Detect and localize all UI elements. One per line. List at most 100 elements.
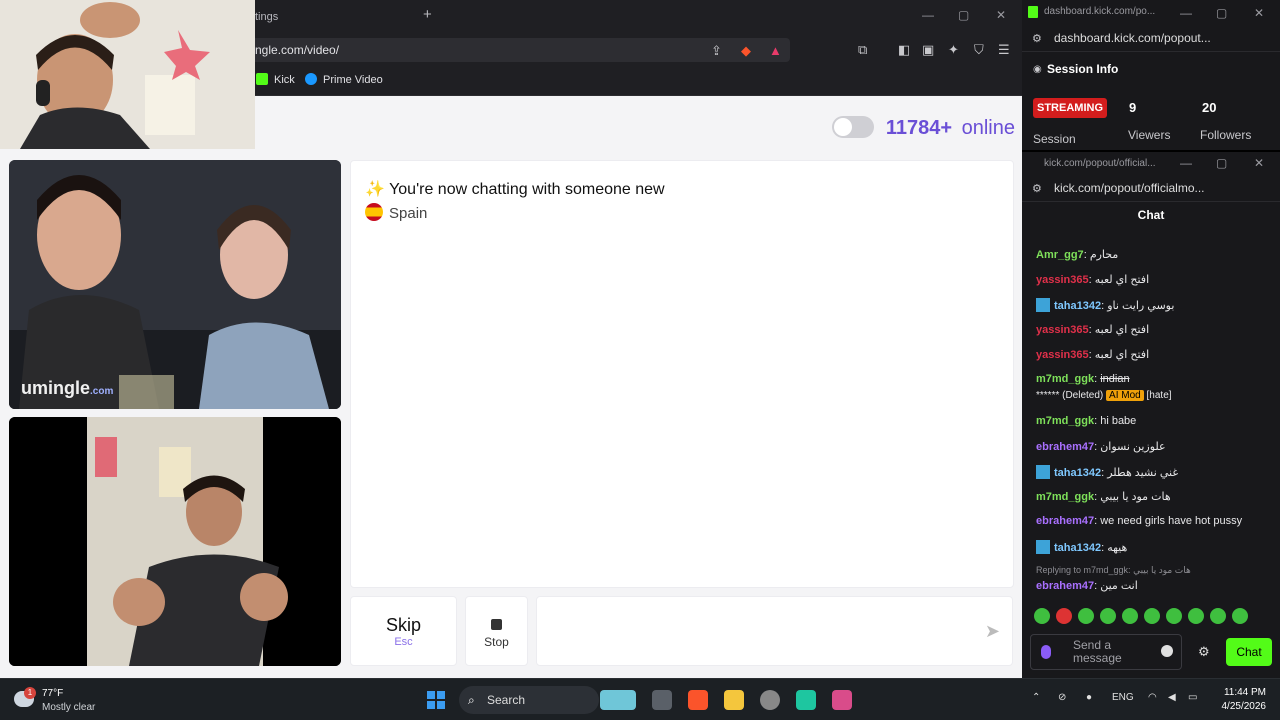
new-chat-notice: ✨ You're now chatting with someone new — [365, 181, 665, 198]
site-settings-icon[interactable]: ⚙ — [1032, 32, 1042, 45]
emote-icon[interactable] — [1078, 608, 1094, 624]
chat-message: ebrahem47: انت مين — [1036, 580, 1138, 592]
deleted-message-notice: ****** (Deleted) AI Mod [hate] — [1036, 390, 1172, 401]
menu-icon[interactable]: ☰ — [998, 42, 1010, 58]
tray-app-icon[interactable]: ⊘ — [1058, 692, 1066, 703]
webcam-feed — [0, 0, 255, 149]
session-info-window: dashboard.kick.com/po... — ▢ ✕ ⚙ dashboa… — [1022, 0, 1280, 150]
new-tab-button[interactable]: + — [423, 6, 432, 23]
emote-icon[interactable] — [1056, 608, 1072, 624]
spain-flag-icon — [365, 203, 383, 221]
site-settings-icon[interactable]: ⚙ — [1032, 182, 1042, 195]
mode-toggle[interactable] — [832, 116, 875, 138]
clock-time: 11:44 PM — [1223, 687, 1266, 698]
subscriber-badge-icon — [1036, 540, 1050, 554]
vpn-icon[interactable]: ⛉ — [974, 42, 984, 58]
maximize-icon[interactable]: ▢ — [1216, 6, 1227, 20]
streamlabs-icon[interactable] — [796, 690, 816, 710]
language-indicator[interactable]: ENG — [1112, 692, 1134, 703]
browser-tab[interactable]: tings — [255, 4, 415, 30]
minimize-icon[interactable]: — — [1180, 6, 1192, 20]
chat-send-input[interactable]: Send a message — [1030, 634, 1182, 670]
chat-message: m7md_ggk: hi babe — [1036, 415, 1137, 427]
send-icon[interactable]: ➤ — [985, 621, 1000, 642]
emote-icon[interactable] — [1034, 608, 1050, 624]
brave-browser-icon[interactable] — [688, 690, 708, 710]
session-label: Session — [1033, 132, 1076, 146]
search-icon: ⌕ — [468, 693, 475, 707]
screenshot-icon[interactable]: ⧉ — [858, 42, 867, 58]
brave-shield-icon[interactable]: ◆ — [741, 43, 751, 59]
temperature: 77°F — [42, 688, 64, 699]
close-icon[interactable]: ✕ — [996, 8, 1006, 22]
viewers-label: Viewers — [1128, 128, 1171, 142]
emote-icon[interactable] — [1232, 608, 1248, 624]
copilot-highlight-icon[interactable] — [600, 690, 636, 710]
microphone-icon[interactable]: ● — [1086, 692, 1092, 703]
close-icon[interactable]: ✕ — [1254, 156, 1264, 170]
taskbar-search[interactable]: ⌕ Search — [459, 686, 599, 714]
media-app-icon[interactable] — [832, 690, 852, 710]
obs-icon[interactable] — [760, 690, 780, 710]
wifi-icon[interactable]: ◠ — [1148, 692, 1157, 703]
reply-reference: Replying to m7md_ggk: هات مود يا بيبي — [1036, 565, 1191, 575]
kick-logo-icon — [1028, 6, 1038, 18]
share-icon[interactable]: ⇪ — [711, 43, 722, 59]
task-view-icon[interactable] — [652, 690, 672, 710]
minimize-icon[interactable]: — — [922, 8, 934, 22]
session-url-bar[interactable]: ⚙ dashboard.kick.com/popout... — [1022, 26, 1280, 52]
self-video-feed — [9, 417, 341, 666]
system-clock[interactable]: 11:44 PM 4/25/2026 — [1222, 686, 1267, 714]
chat-heading: Chat — [1137, 208, 1165, 222]
close-icon[interactable]: ✕ — [1254, 6, 1264, 20]
send-placeholder: Send a message — [1073, 638, 1122, 665]
emote-bar — [1034, 608, 1274, 626]
chat-settings-icon[interactable]: ⚙ — [1198, 644, 1210, 660]
stop-button[interactable]: Stop — [465, 596, 528, 666]
mic-icon[interactable] — [1041, 645, 1051, 659]
bookmark-kick[interactable]: Kick — [256, 73, 295, 86]
sidebar-icon[interactable]: ◧ — [898, 42, 910, 58]
skip-button[interactable]: Skip Esc — [350, 596, 457, 666]
chat-message: m7md_ggk: هات مود يا بيبي — [1036, 491, 1171, 503]
toggle-knob — [834, 118, 853, 136]
viewers-count: 9 — [1129, 100, 1137, 115]
brave-rewards-icon[interactable]: ▲ — [769, 43, 782, 58]
windows-start-icon[interactable] — [427, 691, 445, 709]
session-info-heading: Session Info — [1047, 62, 1119, 76]
webcam-overlay — [0, 0, 255, 149]
volume-icon[interactable]: ◀ — [1168, 692, 1176, 703]
emote-icon[interactable] — [1188, 608, 1204, 624]
chat-message: m7md_ggk: indian — [1036, 373, 1130, 385]
maximize-icon[interactable]: ▢ — [958, 8, 969, 22]
minimize-icon[interactable]: — — [1180, 156, 1192, 170]
file-explorer-icon[interactable] — [724, 690, 744, 710]
followers-count: 20 — [1202, 100, 1217, 115]
emote-icon[interactable] — [1210, 608, 1226, 624]
chat-url-bar[interactable]: ⚙ kick.com/popout/officialmo... — [1022, 176, 1280, 202]
emote-icon[interactable] — [1144, 608, 1160, 624]
tray-expand-icon[interactable]: ⌃ — [1032, 692, 1040, 703]
stop-icon — [491, 619, 502, 630]
wallet-icon[interactable]: ▣ — [922, 42, 934, 58]
bookmark-prime-video[interactable]: Prime Video — [305, 73, 383, 86]
chat-message: yassin365: افتح اي لعبه — [1036, 349, 1150, 361]
address-bar[interactable]: ngle.com/video/ ⇪ ◆ ▲ — [245, 38, 790, 62]
chat-send-button[interactable]: Chat — [1226, 638, 1272, 666]
battery-icon[interactable]: ▭ — [1188, 692, 1197, 703]
message-input[interactable]: ➤ — [536, 596, 1013, 666]
followers-label: Followers — [1200, 128, 1252, 142]
chat-window-title: kick.com/popout/official... — [1044, 158, 1156, 169]
kick-chat-window: kick.com/popout/official... — ▢ ✕ ⚙ kick… — [1022, 152, 1280, 678]
emote-icon[interactable] — [1100, 608, 1116, 624]
online-label: online — [961, 117, 1015, 139]
maximize-icon[interactable]: ▢ — [1216, 156, 1227, 170]
chat-message: Amr_gg7: محارم — [1036, 249, 1119, 261]
emote-icon[interactable] — [1166, 608, 1182, 624]
emote-icon[interactable] — [1122, 608, 1138, 624]
session-window-title: dashboard.kick.com/po... — [1044, 6, 1156, 17]
emoji-picker-icon[interactable] — [1161, 645, 1173, 657]
umingle-watermark: umingle.com — [21, 378, 114, 398]
clock-date: 4/25/2026 — [1221, 701, 1267, 712]
leo-ai-icon[interactable]: ✦ — [948, 42, 959, 58]
